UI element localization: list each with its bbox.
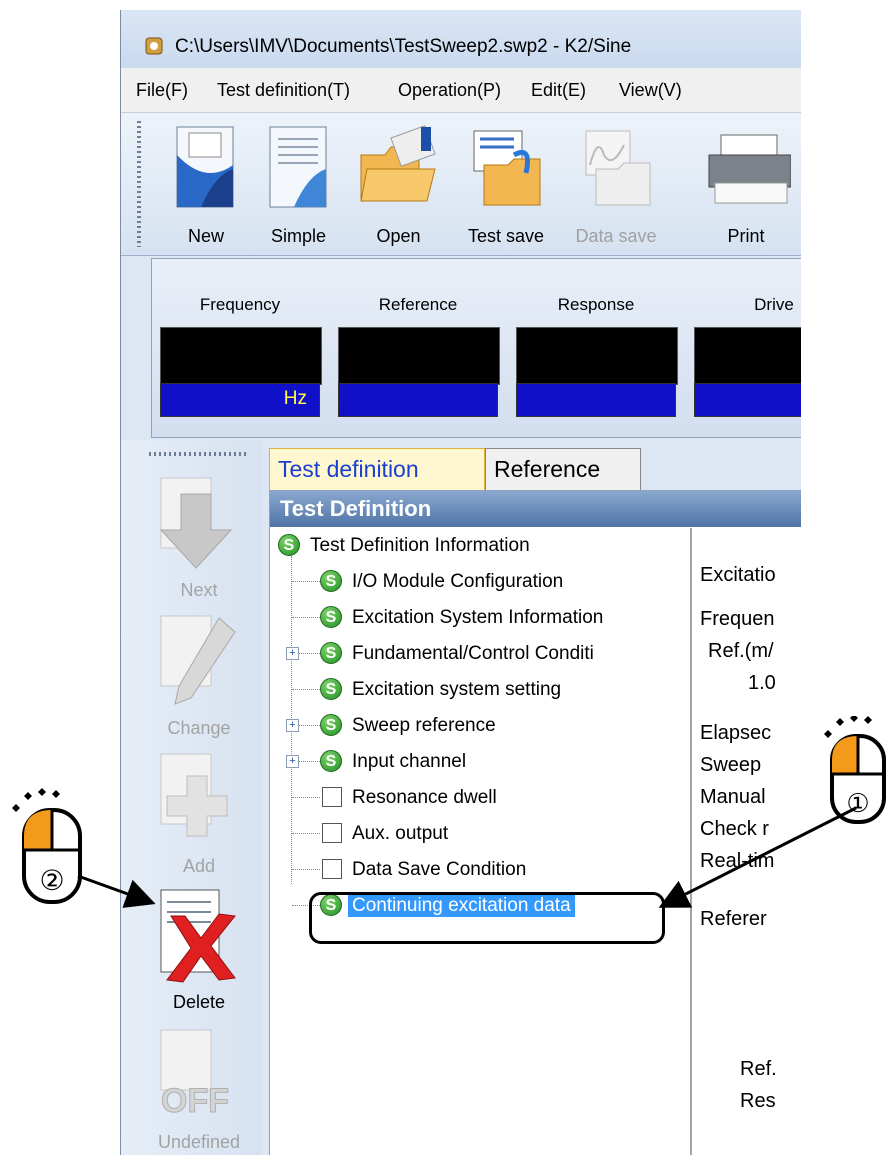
tab-test-definition[interactable]: Test definition — [269, 448, 485, 490]
callout-arrows — [77, 806, 857, 908]
arrow-to-delete-button — [77, 874, 156, 908]
arrow-to-tree-item — [658, 806, 857, 908]
